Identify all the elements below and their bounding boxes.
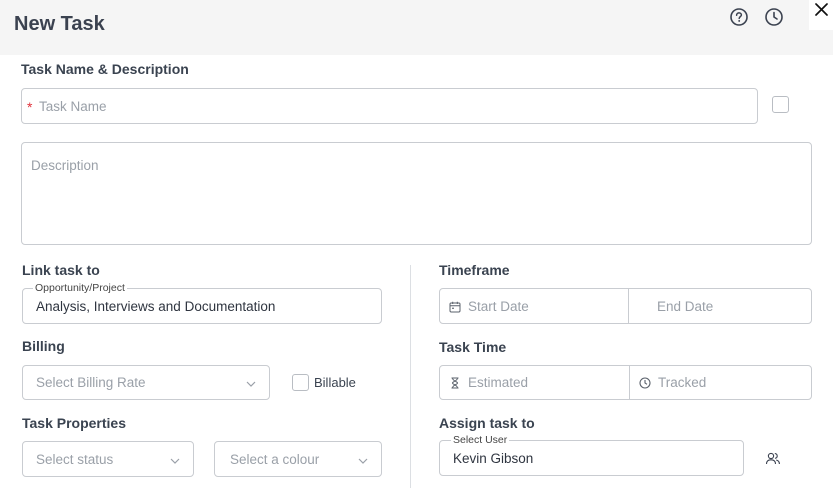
colour-placeholder: Select a colour <box>230 452 320 467</box>
colour-select[interactable]: Select a colour <box>214 441 382 477</box>
timeframe-range: Start Date End Date <box>439 288 812 324</box>
column-divider <box>410 265 411 488</box>
close-icon <box>815 3 828 16</box>
task-time-range: Estimated Tracked <box>439 365 812 400</box>
required-marker: * <box>27 99 33 115</box>
calendar-icon <box>449 301 461 313</box>
section-label-billing: Billing <box>22 338 65 354</box>
opportunity-project-legend: Opportunity/Project <box>33 282 127 294</box>
start-date-placeholder: Start Date <box>468 299 529 314</box>
billing-rate-select[interactable]: Select Billing Rate <box>22 365 270 400</box>
billable-checkbox[interactable] <box>292 374 309 391</box>
assign-user-value: Kevin Gibson <box>453 451 534 466</box>
section-label-task-properties: Task Properties <box>22 415 127 431</box>
users-icon[interactable] <box>765 451 781 467</box>
hourglass-icon <box>451 377 459 389</box>
end-date-input[interactable]: End Date <box>629 289 812 323</box>
estimated-input[interactable]: Estimated <box>440 366 629 399</box>
estimated-placeholder: Estimated <box>468 375 529 390</box>
tracked-input[interactable]: Tracked <box>630 366 812 399</box>
task-name-placeholder: Task Name <box>39 99 107 114</box>
chevron-down-icon <box>358 458 368 464</box>
section-label-task-time: Task Time <box>439 339 507 355</box>
status-select[interactable]: Select status <box>22 441 194 477</box>
description-textarea[interactable]: Description <box>21 142 812 245</box>
dialog-title: New Task <box>14 13 105 35</box>
start-date-input[interactable]: Start Date <box>440 289 628 323</box>
task-checkbox[interactable] <box>772 96 789 113</box>
task-name-input[interactable]: * Task Name <box>21 88 758 124</box>
chevron-down-icon <box>246 381 256 387</box>
section-label-timeframe: Timeframe <box>439 262 510 278</box>
section-label-link-task: Link task to <box>22 262 100 278</box>
close-button[interactable] <box>809 0 833 30</box>
section-label-task-name-description: Task Name & Description <box>21 61 189 77</box>
dialog-header: New Task <box>0 0 833 55</box>
end-date-placeholder: End Date <box>657 299 714 314</box>
clock-icon[interactable] <box>765 8 783 26</box>
description-placeholder: Description <box>31 158 99 173</box>
billing-rate-placeholder: Select Billing Rate <box>36 375 146 390</box>
clock-icon <box>639 377 651 389</box>
opportunity-project-value: Analysis, Interviews and Documentation <box>36 299 276 314</box>
chevron-down-icon <box>170 458 180 464</box>
assign-user-field[interactable]: Select User Kevin Gibson <box>439 434 744 476</box>
status-placeholder: Select status <box>36 452 114 467</box>
billable-label: Billable <box>314 375 356 390</box>
tracked-placeholder: Tracked <box>658 375 707 390</box>
assign-user-legend: Select User <box>451 434 510 446</box>
opportunity-project-field[interactable]: Opportunity/Project Analysis, Interviews… <box>22 282 382 324</box>
section-label-assign-task: Assign task to <box>439 415 535 431</box>
help-circle-icon[interactable] <box>730 8 748 26</box>
